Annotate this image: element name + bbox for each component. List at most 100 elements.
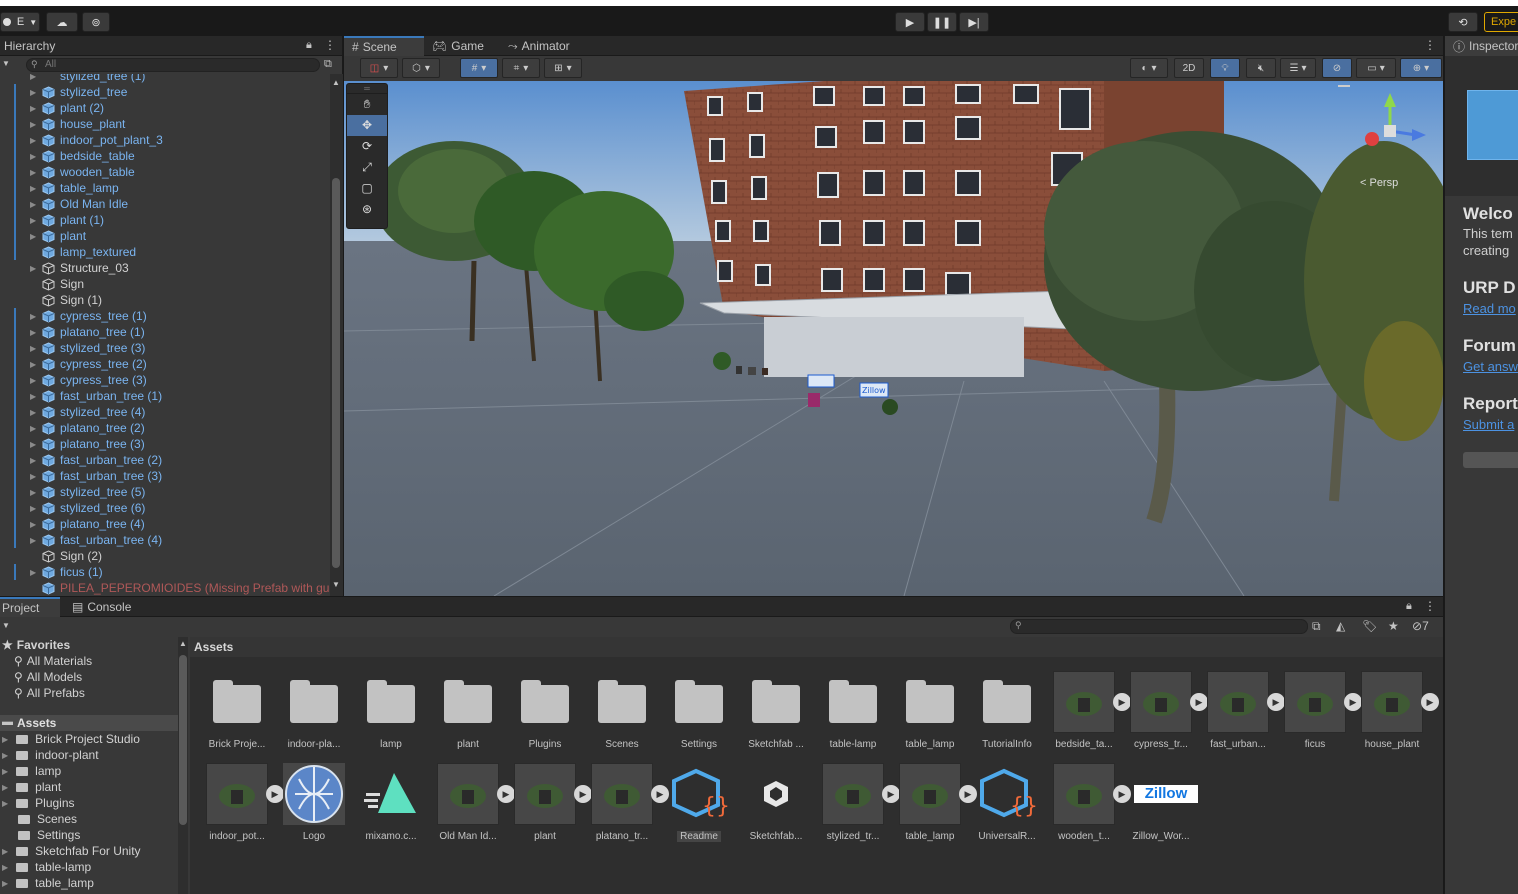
scene-search-icon[interactable]: ⧉ xyxy=(324,58,332,71)
list-item[interactable]: ▶ cypress_tree (3) xyxy=(0,372,330,388)
asset-item[interactable]: {} UniversalR... xyxy=(972,763,1042,842)
asset-item[interactable]: ▶ indoor_pot... xyxy=(202,763,284,842)
expand-arrow-icon[interactable]: ▶ xyxy=(30,456,36,465)
expand-arrow-icon[interactable]: ▶ xyxy=(30,376,36,385)
expand-arrow-icon[interactable]: ▶ xyxy=(30,408,36,417)
expand-arrow-icon[interactable]: ▶ xyxy=(30,312,36,321)
hidden-packages-icon[interactable]: ⊘7 xyxy=(1412,619,1429,633)
tab-project[interactable]: Project xyxy=(0,597,60,617)
scale-tool-icon[interactable]: ⤢ xyxy=(347,157,387,178)
asset-item[interactable]: Zillow Zillow_Wor... xyxy=(1126,763,1198,842)
filter-type-icon[interactable]: ◭ xyxy=(1336,619,1345,633)
asset-item[interactable]: ▶ ficus xyxy=(1280,671,1362,750)
list-item[interactable]: ▶ fast_urban_tree (4) xyxy=(0,532,330,548)
collab-button[interactable]: ⊚ xyxy=(82,12,110,32)
asset-item[interactable]: Sketchfab ... xyxy=(741,671,811,750)
asset-item[interactable]: table-lamp xyxy=(818,671,888,750)
asset-item[interactable]: ▶ table_lamp xyxy=(895,763,977,842)
scroll-up-icon[interactable]: ▲ xyxy=(179,639,187,648)
tree-item[interactable]: ▶ indoor-plant xyxy=(2,747,99,763)
list-item[interactable]: ▶ platano_tree (2) xyxy=(0,420,330,436)
tab-console[interactable]: ▤ Console xyxy=(64,597,139,617)
list-item[interactable]: ▶ fast_urban_tree (1) xyxy=(0,388,330,404)
tab-animator[interactable]: ⤳ Animator xyxy=(500,36,578,56)
favorite-item[interactable]: ⚲ All Materials xyxy=(14,653,92,669)
asset-item[interactable]: ▶ stylized_tr... xyxy=(818,763,900,842)
expand-arrow-icon[interactable]: ▶ xyxy=(30,184,36,193)
gizmos-dropdown[interactable]: ⊕ ▾ xyxy=(1400,58,1442,78)
palette-drag-handle[interactable]: ═ xyxy=(347,84,387,94)
cloud-button[interactable]: ☁ xyxy=(46,12,78,32)
project-search-input[interactable]: ⚲ xyxy=(1010,619,1308,634)
search-by-type-icon[interactable]: ⧉ xyxy=(1312,619,1321,634)
expand-arrow-icon[interactable]: ▶ xyxy=(30,104,36,113)
expand-arrow-icon[interactable]: ▶ xyxy=(2,863,8,872)
rect-tool-icon[interactable]: ▢ xyxy=(347,178,387,199)
expand-arrow-icon[interactable]: ▶ xyxy=(30,440,36,449)
lighting-toggle[interactable]: 💡︎ xyxy=(1210,58,1240,78)
lock-icon[interactable]: 🔒︎ xyxy=(1406,600,1412,613)
effects-dropdown[interactable]: ☰ ▾ xyxy=(1280,58,1316,78)
expand-arrow-icon[interactable]: ▶ xyxy=(30,232,36,241)
asset-item[interactable]: plant xyxy=(433,671,503,750)
tree-item[interactable]: ▶ table-lamp xyxy=(2,859,91,875)
list-item[interactable]: ▶ platano_tree (3) xyxy=(0,436,330,452)
list-item[interactable]: ▶ stylized_tree (3) xyxy=(0,340,330,356)
asset-item[interactable]: ▶ Old Man Id... xyxy=(433,763,515,842)
assets-tree-header[interactable]: ▬ Assets xyxy=(0,715,178,731)
expand-arrow-icon[interactable]: ▶ xyxy=(30,168,36,177)
list-item[interactable]: ▶ Old Man Idle xyxy=(0,196,330,212)
favorite-item[interactable]: ⚲ All Prefabs xyxy=(14,685,85,701)
asset-item[interactable]: lamp xyxy=(356,671,426,750)
list-item[interactable]: ▶ stylized_tree xyxy=(0,84,330,100)
tree-item[interactable]: ▶ table_lamp xyxy=(2,875,94,891)
list-item[interactable]: ▶ stylized_tree (6) xyxy=(0,500,330,516)
asset-item[interactable]: Settings xyxy=(664,671,734,750)
expand-arrow-icon[interactable]: ▶ xyxy=(30,216,36,225)
asset-item[interactable]: Brick Proje... xyxy=(202,671,272,750)
scrollbar-thumb[interactable] xyxy=(332,178,340,568)
list-item[interactable]: ▶ fast_urban_tree (2) xyxy=(0,452,330,468)
tab-scene[interactable]: # Scene xyxy=(344,36,424,56)
asset-item[interactable]: Scenes xyxy=(587,671,657,750)
play-button[interactable]: ▶ xyxy=(895,12,925,32)
expand-arrow-icon[interactable]: ▶ xyxy=(2,879,8,888)
asset-item[interactable]: table_lamp xyxy=(895,671,965,750)
lock-icon[interactable]: 🔒︎ xyxy=(306,39,312,52)
tree-item[interactable]: ▶ Brick Project Studio xyxy=(2,731,140,747)
list-item[interactable]: Sign (1) xyxy=(0,292,330,308)
expand-arrow-icon[interactable]: ▶ xyxy=(30,152,36,161)
list-item[interactable]: ▶ cypress_tree (2) xyxy=(0,356,330,372)
asset-item[interactable]: indoor-pla... xyxy=(279,671,349,750)
experimental-badge[interactable]: Expe xyxy=(1484,12,1518,32)
list-item[interactable]: ▶ ficus (1) xyxy=(0,564,330,580)
asset-item[interactable]: ▶ house_plant xyxy=(1357,671,1439,750)
camera-dropdown[interactable]: ▭ ▾ xyxy=(1356,58,1396,78)
asset-item[interactable]: Logo xyxy=(279,763,349,842)
expand-arrow-icon[interactable]: ▶ xyxy=(30,200,36,209)
hand-tool-icon[interactable]: ✋︎ xyxy=(347,94,387,115)
expand-arrow-icon[interactable]: ▶ xyxy=(30,136,36,145)
step-button[interactable]: ▶| xyxy=(959,12,989,32)
increment-snap-toggle[interactable]: ⌗ ▾ xyxy=(502,58,540,78)
expand-arrow-icon[interactable]: ▶ xyxy=(2,751,8,760)
move-tool-icon[interactable]: ✥ xyxy=(347,115,387,136)
inspector-button[interactable] xyxy=(1463,452,1518,468)
pivot-dropdown[interactable]: ⬡ ▾ xyxy=(402,58,440,78)
list-item[interactable]: ▶ house_plant xyxy=(0,116,330,132)
list-item[interactable]: PILEA_PEPEROMIOIDES (Missing Prefab with… xyxy=(0,580,330,596)
list-item[interactable]: ▶ stylized_tree (1) xyxy=(0,74,330,84)
expand-arrow-icon[interactable]: ▶ xyxy=(2,847,8,856)
list-item[interactable]: Sign xyxy=(0,276,330,292)
list-item[interactable]: lamp_textured xyxy=(0,244,330,260)
expand-arrow-icon[interactable]: ▶ xyxy=(30,536,36,545)
list-item[interactable]: ▶ Structure_03 xyxy=(0,260,330,276)
shading-mode-dropdown[interactable]: ◐ ▾ xyxy=(1130,58,1168,78)
asset-item[interactable]: Sketchfab... xyxy=(741,763,811,842)
history-button[interactable]: ⟲ xyxy=(1448,12,1478,32)
kebab-menu-icon[interactable]: ⋮ xyxy=(1424,599,1436,613)
asset-item[interactable]: ▶ cypress_tr... xyxy=(1126,671,1208,750)
expand-arrow-icon[interactable]: ▶ xyxy=(2,735,8,744)
list-item[interactable]: ▶ platano_tree (1) xyxy=(0,324,330,340)
list-item[interactable]: ▶ wooden_table xyxy=(0,164,330,180)
